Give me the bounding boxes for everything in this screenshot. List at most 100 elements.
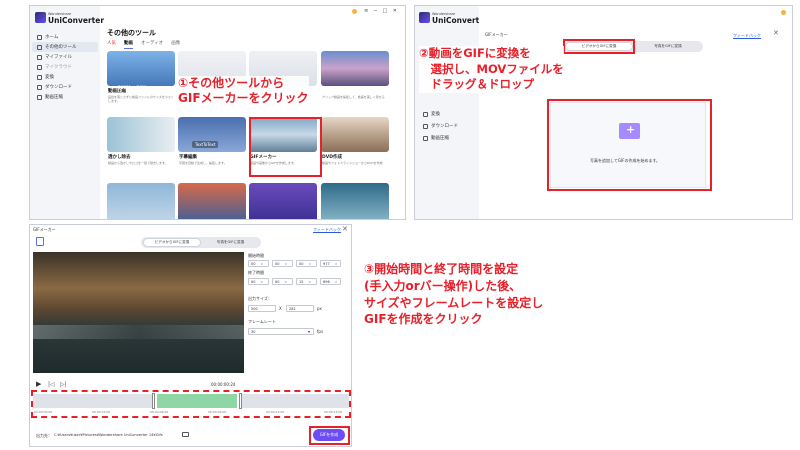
time-input[interactable]: 00 ⇕ [296, 260, 317, 267]
window-title: GIFメーカー [485, 32, 508, 37]
sidebar-item[interactable]: ダウンロード [418, 120, 476, 132]
titlebar-icons[interactable]: ≡ ─ □ ✕ [364, 8, 399, 14]
highlight-timeline [31, 390, 351, 418]
sidebar-item-label: 動画圧縮 [431, 136, 449, 141]
annotation-step1: ①その他ツールから GIFメーカーをクリック [178, 76, 309, 106]
tab-item[interactable]: オーディオ [141, 40, 163, 49]
window-title: GIFメーカー [33, 227, 56, 232]
time-value: 977 [323, 261, 330, 266]
toggle-photo-to-gif[interactable]: 写真をGIFに変換 [202, 238, 259, 247]
feedback-link[interactable]: フィードバック [313, 227, 341, 233]
tab-item[interactable]: 画像 [171, 40, 180, 49]
time-value: 15 [299, 279, 304, 284]
folder-icon[interactable] [182, 432, 189, 437]
time-value: 696 [323, 279, 330, 284]
stepper-icon[interactable]: ⇕ [284, 280, 287, 284]
tool-thumbnail[interactable] [249, 183, 317, 219]
user-avatar-icon[interactable] [352, 9, 357, 14]
compress-size-label: 200M → 20M [118, 85, 147, 90]
tool-thumbnail[interactable] [107, 183, 175, 219]
close-icon[interactable]: ✕ [773, 29, 779, 37]
height-input[interactable]: 281 [286, 305, 314, 312]
width-value: 500 [251, 306, 258, 311]
tool-desc: 字幕を自動で生成し、編集します。 [179, 161, 227, 165]
brand-name: UniConverter [48, 16, 105, 25]
sidebar-item[interactable]: マイファイル [32, 52, 98, 62]
sidebar-item-label: 変換 [431, 112, 440, 117]
tab-bar: 人気 動画 オーディオ 画像 [107, 40, 180, 49]
sidebar-item[interactable]: 変換 [32, 72, 98, 82]
toggle-photo-to-gif[interactable]: 写真をGIFに変換 [635, 42, 701, 51]
annotation-step2: ②動画をGIFに変換を 選択し、MOVファイルを ドラッグ＆ドロップ [419, 46, 564, 93]
stepper-icon[interactable]: ⇕ [308, 262, 311, 266]
tool-thumbnail [321, 117, 389, 152]
sidebar-item-label: ダウンロード [431, 124, 458, 129]
add-file-icon[interactable] [36, 237, 44, 246]
annotation-step3: ③開始時間と終了時間を設定 (手入力orバー操作)した後、 サイズやフレームレー… [364, 262, 544, 327]
logo [35, 12, 46, 23]
output-path[interactable]: C:¥Users¥user¥Pictures¥Wondershare UniCo… [54, 433, 163, 437]
time-input[interactable]: 696 ⇕ [320, 278, 341, 285]
panel-gif-maker-settings: GIFメーカー フィードバック ✕ ビデオからGIFに変換 写真をGIFに変換 … [29, 224, 352, 447]
next-frame-icon[interactable]: ▷| [60, 381, 67, 388]
sidebar-item-icon [37, 74, 42, 80]
sidebar-item[interactable]: ホーム [32, 32, 98, 42]
time-input[interactable]: 15 ⇕ [296, 278, 317, 285]
time-input[interactable]: 00 ⇕ [272, 278, 293, 285]
user-avatar-icon[interactable] [781, 10, 786, 15]
time-input[interactable]: 00 ⇕ [248, 260, 269, 267]
sidebar-item-icon [423, 123, 428, 129]
sidebar-item[interactable]: 動画圧縮 [32, 92, 98, 102]
highlight-video-toggle [563, 39, 635, 54]
highlight-create-gif [309, 426, 350, 445]
tool-thumbnail [107, 51, 175, 86]
sidebar-item-icon [37, 94, 42, 100]
folder-add-symbol: + [626, 123, 636, 136]
prev-frame-icon[interactable]: |◁ [48, 381, 55, 388]
tool-title: DVD作成 [322, 155, 342, 160]
close-icon[interactable]: ✕ [342, 225, 348, 233]
tool-thumbnail[interactable] [178, 183, 246, 219]
sidebar-item[interactable]: ダウンロード [32, 82, 98, 92]
tool-thumbnail[interactable] [321, 183, 389, 219]
time-input[interactable]: 00 ⇕ [272, 260, 293, 267]
tool-desc: 動画やフォトスライドショーからDVDを作成 [322, 161, 383, 165]
end-time-label: 終了時間 [248, 270, 264, 275]
frame-rate-select[interactable]: 30 ▾ [248, 328, 314, 335]
feedback-link[interactable]: フィードバック [733, 33, 761, 39]
width-input[interactable]: 500 [248, 305, 276, 312]
sidebar-item[interactable]: 変換 [418, 108, 476, 120]
tool-tile[interactable]: DVD作成 動画やフォトスライドショーからDVDを作成 [321, 117, 389, 175]
tool-tile[interactable]: 動画圧縮 品質を落とさずに動画ファイルのサイズを小さくします。 [107, 51, 175, 109]
sidebar-item[interactable]: その他のツール [32, 42, 98, 52]
timecode: 00:00:00:24 [211, 382, 236, 387]
sidebar-item-icon [423, 135, 428, 141]
sidebar-item-label: マイクラウド [45, 65, 72, 70]
tool-title: 透かし除去 [108, 155, 131, 160]
panel-other-tools: ≡ ─ □ ✕ Wondershare UniConverter ホーム その他の… [29, 5, 406, 220]
tab-item[interactable]: 動画 [124, 40, 133, 49]
stepper-icon[interactable]: ⇕ [260, 262, 263, 266]
time-input[interactable]: 00 ⇕ [248, 278, 269, 285]
stepper-icon[interactable]: ⇕ [308, 280, 311, 284]
sidebar-item-label: 変換 [45, 75, 54, 80]
stepper-icon[interactable]: ⇕ [260, 280, 263, 284]
sidebar-item[interactable]: 動画圧縮 [418, 132, 476, 144]
stepper-icon[interactable]: ⇕ [335, 262, 338, 266]
sidebar: Wondershare UniConverter ホーム その他のツール マイファイ… [30, 6, 104, 219]
tool-tile[interactable]: 透かし除去 動画から透かしやロゴを一括で除去します。 [107, 117, 175, 175]
stepper-icon[interactable]: ⇕ [284, 262, 287, 266]
logo [419, 12, 430, 23]
tool-tile[interactable]: クリップ動画を編集して、動画を美しく見せる [321, 51, 389, 109]
tool-thumbnail [321, 51, 389, 86]
stepper-icon[interactable]: ⇕ [335, 280, 338, 284]
tab-item[interactable]: 人気 [107, 40, 116, 49]
sidebar-item[interactable]: マイクラウド [32, 62, 98, 72]
frame-rate-value: 30 [251, 329, 256, 334]
play-icon[interactable]: ▶ [36, 380, 41, 388]
time-input[interactable]: 977 ⇕ [320, 260, 341, 267]
text-to-text-label: TextToText [192, 141, 219, 148]
page-title: その他のツール [107, 29, 156, 37]
frame-rate-label: フレームレート [248, 319, 276, 324]
toggle-video-to-gif[interactable]: ビデオからGIFに変換 [143, 238, 201, 247]
